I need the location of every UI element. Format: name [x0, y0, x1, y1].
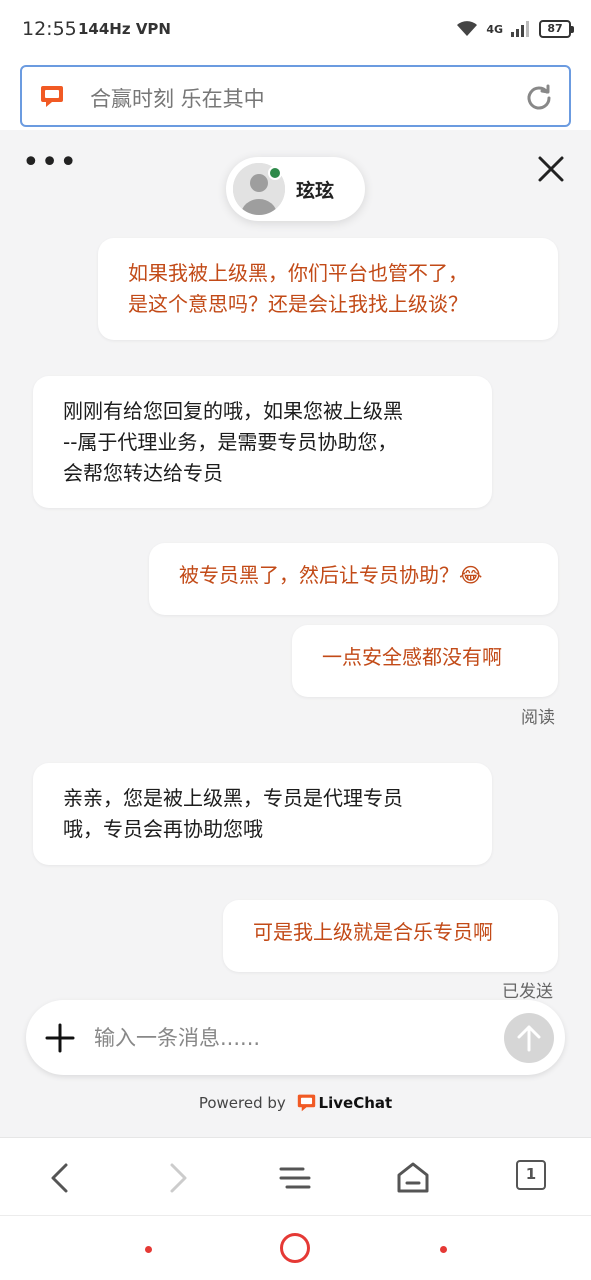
visitor-message: 如果我被上级黑，你们平台也管不了， 是这个意思吗？还是会让我找上级谈？: [98, 238, 558, 340]
status-indicators: 144Hz VPN: [78, 20, 171, 38]
attach-plus-icon[interactable]: [44, 1022, 76, 1054]
powered-by: Powered by LiveChat: [0, 1093, 591, 1112]
agent-header: 玹玹: [226, 157, 365, 221]
chat-bubble-icon: [41, 86, 63, 107]
more-options-icon[interactable]: •••: [22, 148, 78, 178]
message-line: 一点安全感都没有啊: [322, 645, 502, 669]
page-title: 合赢时刻 乐在其中: [90, 87, 265, 111]
back-arrow-icon[interactable]: [42, 1160, 78, 1196]
read-receipt: 阅读: [521, 708, 555, 728]
close-icon[interactable]: [536, 154, 566, 184]
home-icon[interactable]: [395, 1160, 431, 1196]
reload-icon[interactable]: [525, 83, 553, 111]
message-line: 亲亲，您是被上级黑，专员是代理专员: [63, 786, 403, 810]
forward-arrow-icon[interactable]: [160, 1160, 196, 1196]
signal-icon: [511, 21, 529, 37]
message-line: 刚刚有给您回复的哦，如果您被上级黑: [63, 399, 403, 423]
home-circle-icon[interactable]: [280, 1233, 310, 1263]
status-time: 12:55: [22, 18, 77, 40]
message-line: 可是我上级就是合乐专员啊: [253, 920, 493, 944]
url-bar[interactable]: 合赢时刻 乐在其中: [20, 65, 571, 127]
visitor-message: 可是我上级就是合乐专员啊: [223, 900, 558, 972]
back-dot[interactable]: [440, 1246, 447, 1253]
message-line: 会帮您转达给专员: [63, 461, 223, 485]
chat-window: ••• 玹玹 如果我被上级黑，你们平台也管不了， 是这个意思吗？还是会让我找上级…: [0, 130, 591, 1137]
livechat-brand[interactable]: LiveChat: [319, 1094, 393, 1112]
message-line: 如果我被上级黑，你们平台也管不了，: [128, 261, 468, 285]
system-navigation: [0, 1215, 591, 1280]
message-line: 被专员黑了，然后让专员协助？😂: [179, 563, 483, 587]
recent-apps-dot[interactable]: [145, 1246, 152, 1253]
visitor-message: 一点安全感都没有啊: [292, 625, 558, 697]
message-composer: [26, 1000, 565, 1075]
arrow-up-icon: [517, 1025, 541, 1052]
livechat-logo-icon: [297, 1094, 315, 1112]
message-input[interactable]: [94, 1018, 484, 1058]
agent-message: 刚刚有给您回复的哦，如果您被上级黑 --属于代理业务，是需要专员协助您， 会帮您…: [33, 376, 492, 508]
visitor-message: 被专员黑了，然后让专员协助？😂: [149, 543, 558, 615]
message-line: 哦，专员会再协助您哦: [63, 817, 263, 841]
powered-by-label: Powered by: [198, 1094, 286, 1112]
sent-status: 已发送: [502, 982, 553, 1002]
menu-icon[interactable]: [277, 1160, 313, 1196]
battery-icon: 87: [539, 20, 574, 38]
wifi-icon: [457, 21, 478, 36]
message-line: --属于代理业务，是需要专员协助您，: [63, 430, 398, 454]
message-line: 是这个意思吗？还是会让我找上级谈？: [128, 292, 468, 316]
status-right-icons: 4G 87: [456, 20, 574, 38]
agent-name: 玹玹: [296, 180, 335, 202]
send-button[interactable]: [504, 1013, 554, 1063]
tabs-button[interactable]: 1: [516, 1160, 546, 1190]
status-bar: 12:55 144Hz VPN 4G 87: [0, 0, 591, 58]
network-type: 4G: [486, 22, 503, 36]
online-status-dot: [268, 166, 282, 180]
browser-toolbar: 1: [0, 1137, 591, 1215]
agent-message: 亲亲，您是被上级黑，专员是代理专员 哦，专员会再协助您哦: [33, 763, 492, 865]
